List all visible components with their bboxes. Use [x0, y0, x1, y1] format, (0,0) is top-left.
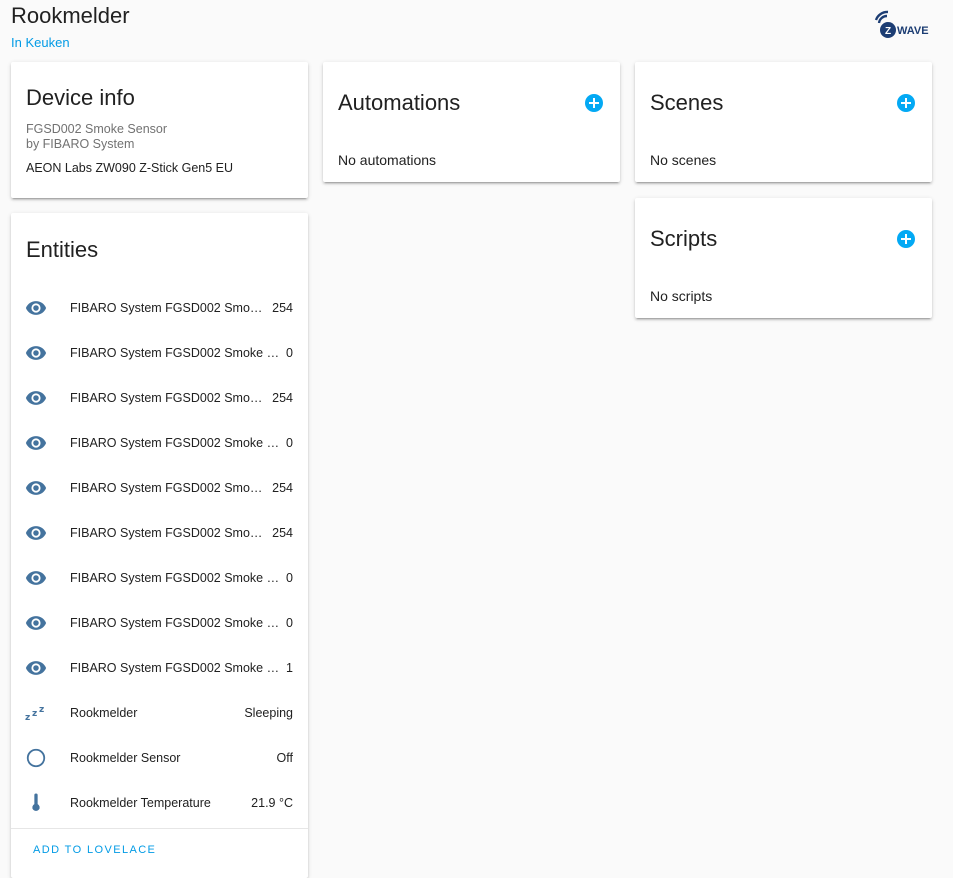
- entity-state: 0: [286, 616, 293, 630]
- entity-row[interactable]: FIBARO System FGSD002 Smoke Sensor 254: [11, 293, 308, 323]
- entity-row[interactable]: FIBARO System FGSD002 Smoke Sensor 254: [11, 383, 308, 413]
- entity-name: FIBARO System FGSD002 Smoke Sensor: [70, 526, 266, 540]
- add-scene-button[interactable]: [897, 94, 915, 112]
- entity-row[interactable]: FIBARO System FGSD002 Smoke Sensor 254: [11, 518, 308, 548]
- device-manufacturer: by FIBARO System: [26, 137, 135, 151]
- entity-name: FIBARO System FGSD002 Smoke Sensor: [70, 436, 280, 450]
- entity-row[interactable]: FIBARO System FGSD002 Smoke Sensor 0: [11, 338, 308, 368]
- entity-name: FIBARO System FGSD002 Smoke Sensor: [70, 481, 266, 495]
- sleep-icon: zzz: [24, 701, 48, 725]
- entity-row[interactable]: Rookmelder Sensor Off: [11, 743, 308, 773]
- card-divider: [11, 828, 308, 829]
- entity-name: FIBARO System FGSD002 Smoke Sensor: [70, 301, 266, 315]
- eye-icon: [24, 521, 48, 545]
- svg-text:z: z: [39, 705, 44, 715]
- automations-card: Automations No automations: [323, 62, 620, 182]
- entity-state: 0: [286, 436, 293, 450]
- eye-icon: [24, 341, 48, 365]
- scripts-card: Scripts No scripts: [635, 198, 932, 318]
- entity-row[interactable]: Rookmelder Temperature 21.9 °C: [11, 788, 308, 818]
- entity-name: FIBARO System FGSD002 Smoke Sensor: [70, 391, 266, 405]
- circle-outline-icon: [24, 746, 48, 770]
- entity-state: 254: [272, 301, 293, 315]
- add-automation-button[interactable]: [585, 94, 603, 112]
- scripts-title: Scripts: [650, 226, 718, 251]
- scenes-card: Scenes No scenes: [635, 62, 932, 182]
- entity-row[interactable]: FIBARO System FGSD002 Smoke Sensor 0: [11, 608, 308, 638]
- page-header: Rookmelder In Keuken: [11, 4, 130, 50]
- eye-icon: [24, 386, 48, 410]
- entity-name: Rookmelder Temperature: [70, 796, 211, 810]
- entity-state: Off: [276, 751, 293, 765]
- eye-icon: [24, 431, 48, 455]
- entity-row[interactable]: FIBARO System FGSD002 Smoke Sensor 254: [11, 473, 308, 503]
- scripts-empty-text: No scripts: [650, 288, 713, 304]
- zwave-logo: Z WAVE: [874, 10, 929, 38]
- entities-title: Entities: [26, 237, 99, 262]
- entity-row[interactable]: FIBARO System FGSD002 Smoke Sensor 1: [11, 653, 308, 683]
- entity-row[interactable]: z z z Rookmelder Sleeping: [11, 698, 308, 728]
- device-info-title: Device info: [26, 85, 135, 110]
- entity-state: 254: [272, 481, 293, 495]
- svg-text:z: z: [25, 713, 30, 723]
- entity-state: 254: [272, 391, 293, 405]
- entity-state: 21.9 °C: [251, 796, 293, 810]
- entity-state: 0: [286, 346, 293, 360]
- entity-state: Sleeping: [244, 706, 293, 720]
- add-script-button[interactable]: [897, 230, 915, 248]
- eye-icon: [24, 611, 48, 635]
- entity-name: Rookmelder Sensor: [70, 751, 181, 765]
- entities-card: Entities FIBARO System FGSD002 Smoke Sen…: [11, 213, 308, 878]
- entity-name: FIBARO System FGSD002 Smoke Sensor: [70, 571, 280, 585]
- entity-row[interactable]: FIBARO System FGSD002 Smoke Sensor 0: [11, 428, 308, 458]
- zwave-logo-text: WAVE: [897, 25, 929, 37]
- entity-state: 1: [286, 661, 293, 675]
- entity-state: 0: [286, 571, 293, 585]
- svg-text:z: z: [32, 709, 37, 719]
- entity-name: FIBARO System FGSD002 Smoke Sensor: [70, 616, 280, 630]
- eye-icon: [24, 656, 48, 680]
- eye-icon: [24, 476, 48, 500]
- eye-icon: [24, 566, 48, 590]
- device-model: FGSD002 Smoke Sensor: [26, 122, 168, 136]
- entity-state: 254: [272, 526, 293, 540]
- eye-icon: [24, 296, 48, 320]
- device-info-card: Device info FGSD002 Smoke Sensor by FIBA…: [11, 62, 308, 198]
- automations-title: Automations: [338, 90, 461, 115]
- scenes-empty-text: No scenes: [650, 152, 717, 168]
- zwave-logo-letter: Z: [885, 26, 891, 37]
- thermometer-icon: [24, 791, 48, 815]
- add-to-lovelace-button[interactable]: ADD TO LOVELACE: [33, 844, 156, 856]
- area-link[interactable]: In Keuken: [11, 36, 130, 50]
- scenes-title: Scenes: [650, 90, 724, 115]
- entity-name: FIBARO System FGSD002 Smoke Sensor: [70, 661, 280, 675]
- entity-name: Rookmelder: [70, 706, 138, 720]
- automations-empty-text: No automations: [338, 152, 437, 168]
- page-title: Rookmelder: [11, 3, 130, 28]
- device-via: AEON Labs ZW090 Z-Stick Gen5 EU: [26, 161, 234, 175]
- entity-name: FIBARO System FGSD002 Smoke Sensor: [70, 346, 280, 360]
- entity-row[interactable]: FIBARO System FGSD002 Smoke Sensor 0: [11, 563, 308, 593]
